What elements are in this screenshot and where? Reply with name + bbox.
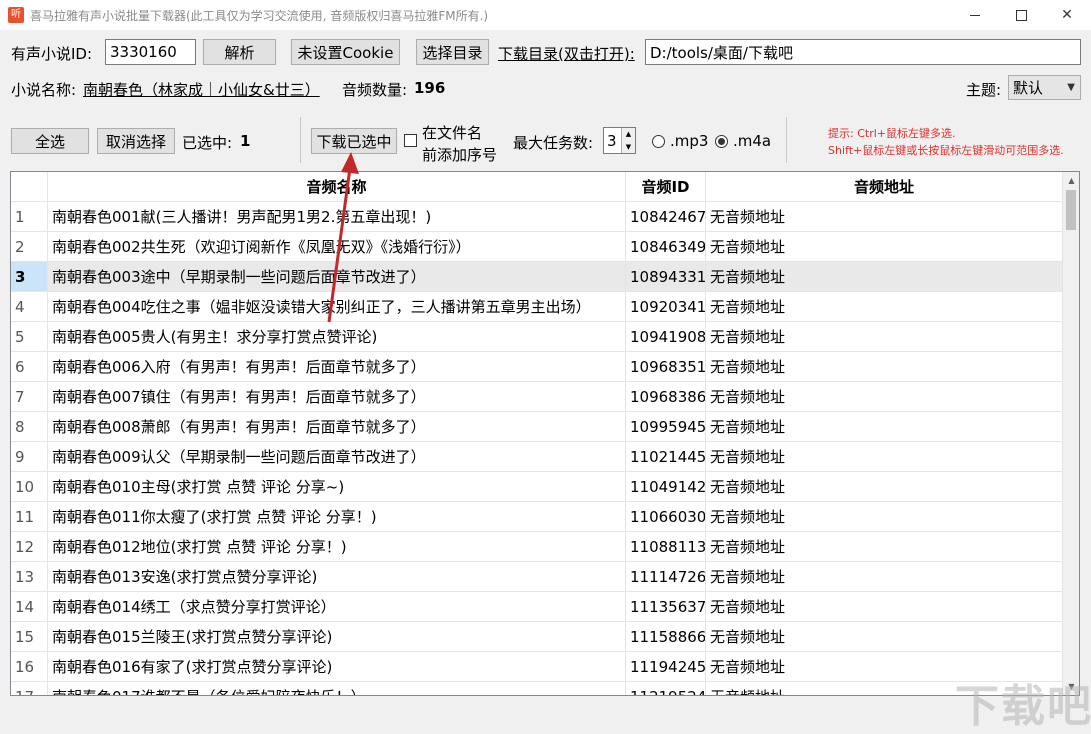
annotation-arrow-icon — [327, 152, 359, 323]
app-window: 听 喜马拉雅有声小说批量下载器(此工具仅为学习交流使用, 音频版权归喜马拉雅FM… — [0, 0, 1091, 732]
watermark: 下载吧 — [955, 681, 1091, 732]
